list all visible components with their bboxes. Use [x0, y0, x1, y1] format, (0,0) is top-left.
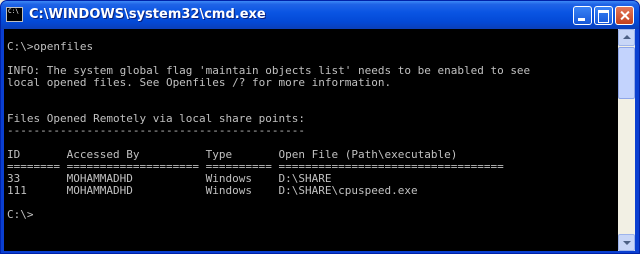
console-output[interactable]: C:\>openfiles INFO: The system global fl… [4, 29, 618, 251]
cmd-icon[interactable]: C:\ [6, 7, 23, 22]
maximize-button[interactable] [594, 6, 613, 25]
window-title: C:\WINDOWS\system32\cmd.exe [29, 7, 266, 22]
console-line: C:\> [7, 208, 34, 221]
cmd-window: C:\ C:\WINDOWS\system32\cmd.exe C:\>open… [0, 0, 640, 254]
vertical-scrollbar[interactable] [618, 29, 635, 251]
scroll-down-button[interactable] [618, 234, 635, 251]
console-line: C:\>openfiles [7, 40, 94, 53]
console-line: 111 MOHAMMADHD Windows D:\SHARE\cpuspeed… [7, 184, 418, 197]
console-line: local opened files. See Openfiles /? for… [7, 76, 392, 89]
scroll-thumb[interactable] [618, 47, 635, 99]
minimize-button[interactable] [573, 6, 592, 25]
title-bar[interactable]: C:\ C:\WINDOWS\system32\cmd.exe [1, 1, 639, 29]
scroll-up-button[interactable] [618, 29, 635, 46]
close-button[interactable] [615, 6, 634, 25]
console-line: ----------------------------------------… [7, 124, 306, 137]
